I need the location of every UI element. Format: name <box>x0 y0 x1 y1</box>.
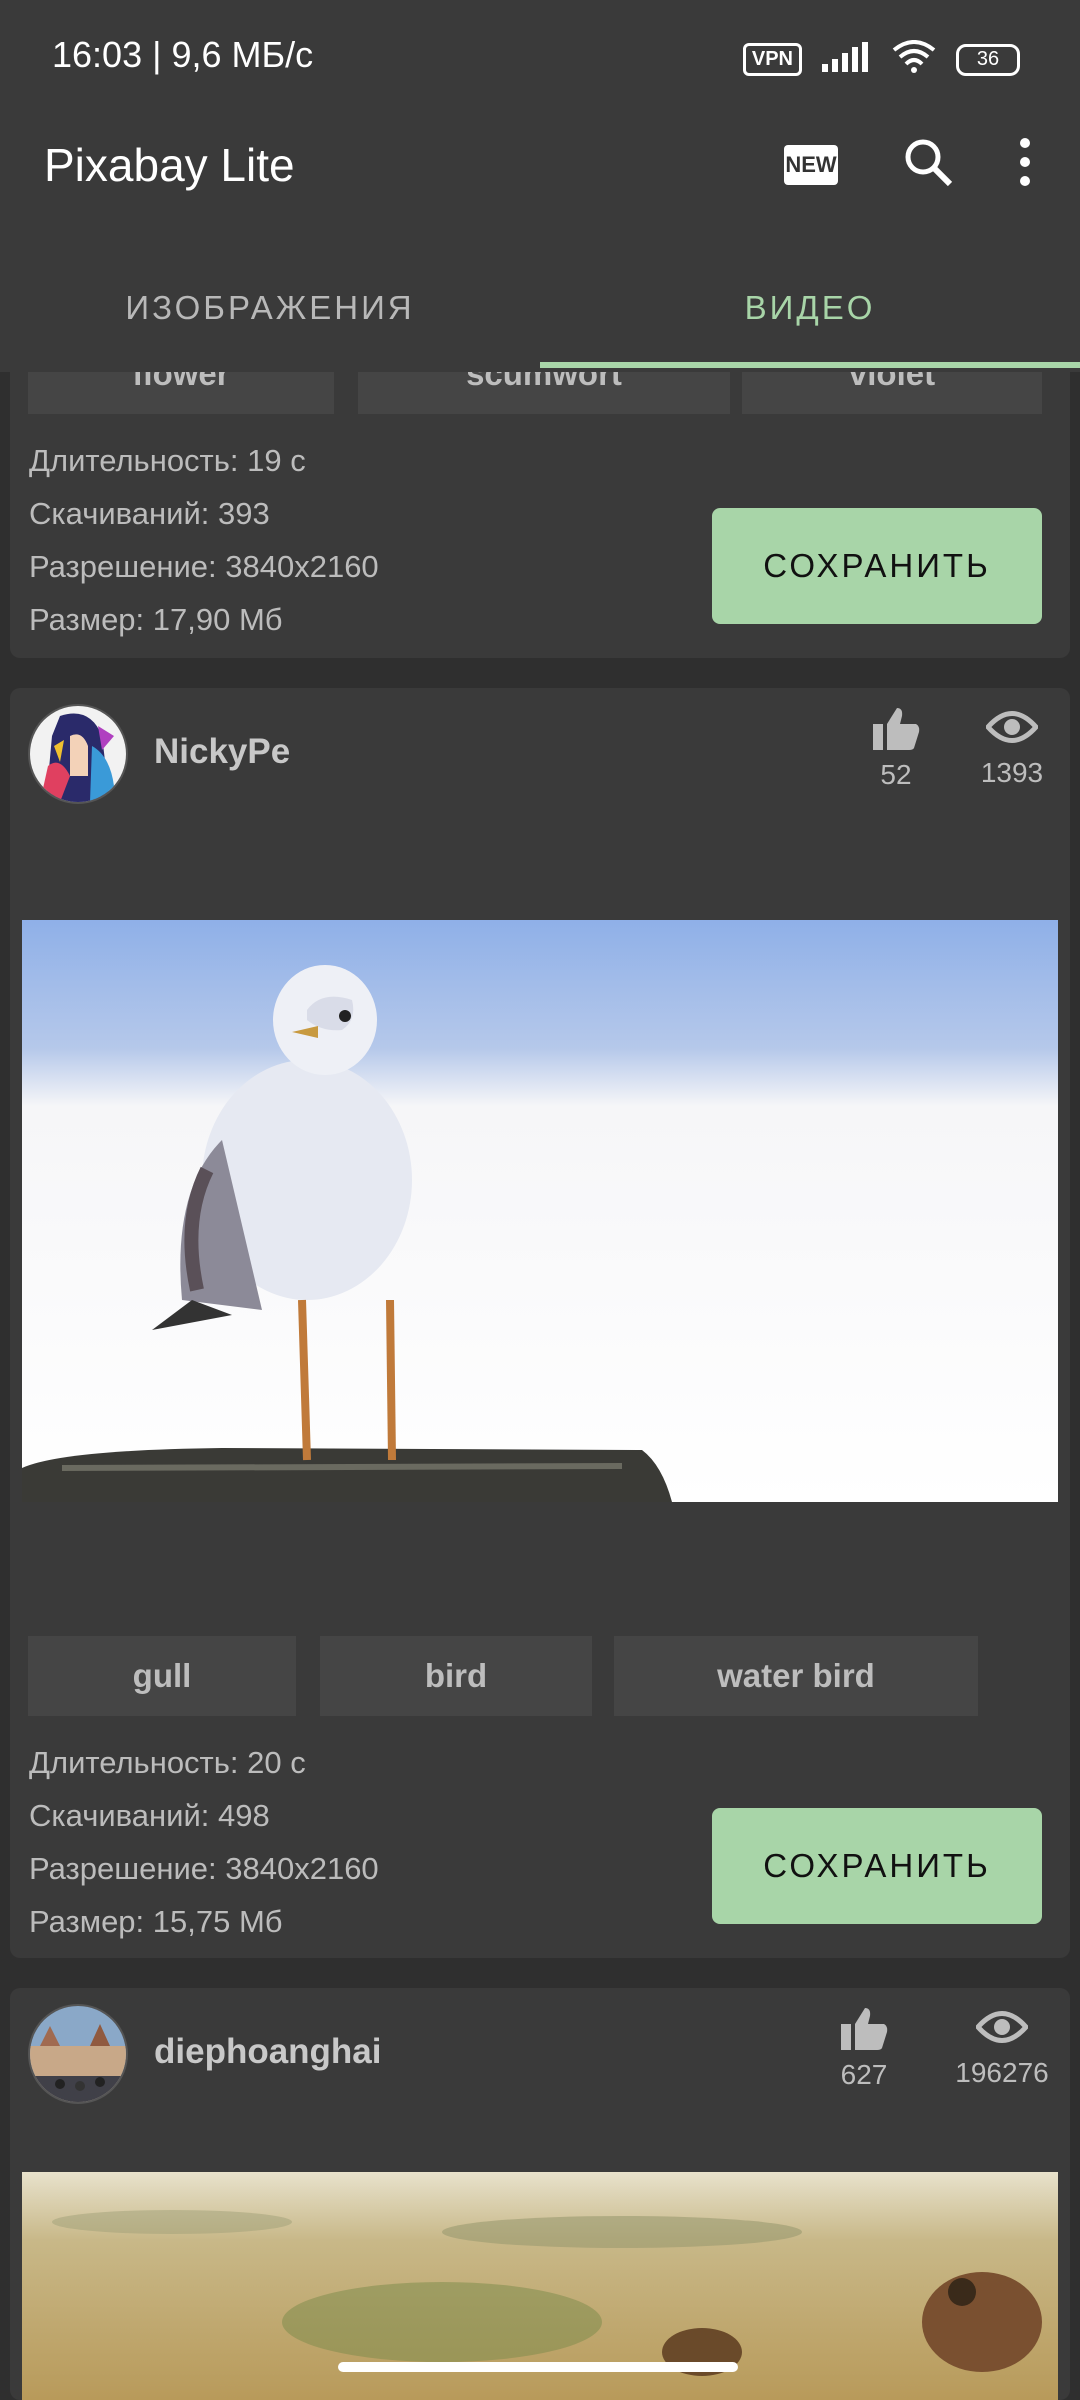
downloads-text: Скачиваний: 393 <box>29 496 270 531</box>
duration-text: Длительность: 20 с <box>29 1745 306 1780</box>
downloads-text: Скачиваний: 498 <box>29 1798 270 1833</box>
tab-bar: ИЗОБРАЖЕНИЯ ВИДЕО <box>0 280 1080 370</box>
tag-chip[interactable]: gull <box>28 1636 296 1716</box>
status-time: 16:03 | 9,6 МБ/с <box>52 34 314 75</box>
vpn-icon: VPN <box>742 43 802 76</box>
username[interactable]: NickyPe <box>154 732 290 772</box>
save-button[interactable]: СОХРАНИТЬ <box>712 508 1042 624</box>
video-card: flower scumwort violet Длительность: 19 … <box>10 330 1070 658</box>
thumb-up-icon <box>873 708 920 750</box>
battery-icon: 36 <box>956 43 1020 76</box>
size-text: Размер: 17,90 Мб <box>29 602 283 637</box>
status-icons: VPN 36 <box>742 40 1020 79</box>
more-options-icon[interactable] <box>1018 136 1032 193</box>
tab-indicator <box>540 362 1080 368</box>
resolution-text: Разрешение: 3840x2160 <box>29 549 379 584</box>
thumb-up-icon <box>841 2008 888 2050</box>
likes-count: 52 <box>880 759 912 790</box>
tab-video[interactable]: ВИДЕО <box>540 280 1080 370</box>
wifi-icon <box>892 40 936 79</box>
app-bar: 16:03 | 9,6 МБ/с VPN 36 Pixabay Lite NEW… <box>0 0 1080 372</box>
signal-icon <box>822 42 872 77</box>
video-card: diephoanghai 627 196276 <box>10 1988 1070 2400</box>
tab-images[interactable]: ИЗОБРАЖЕНИЯ <box>0 280 540 370</box>
avatar[interactable] <box>28 704 128 804</box>
tag-chip[interactable]: bird <box>320 1636 592 1716</box>
eye-icon <box>984 711 1040 743</box>
video-thumbnail[interactable] <box>22 920 1058 1502</box>
views-count: 196276 <box>955 2057 1049 2088</box>
views-stat: 196276 <box>940 2010 1064 2089</box>
eye-icon <box>974 2011 1030 2043</box>
duration-text: Длительность: 19 с <box>29 443 306 478</box>
tag-chip[interactable]: water bird <box>614 1636 978 1716</box>
likes-stat[interactable]: 52 <box>856 706 936 791</box>
new-icon[interactable]: NEW <box>784 144 838 185</box>
resolution-text: Разрешение: 3840x2160 <box>29 1851 379 1886</box>
video-card: NickyPe 52 1393 gull bird water bird Дли… <box>10 688 1070 1958</box>
save-button[interactable]: СОХРАНИТЬ <box>712 1808 1042 1924</box>
gesture-bar[interactable] <box>338 2362 738 2372</box>
likes-count: 627 <box>840 2059 888 2090</box>
search-icon[interactable] <box>902 136 954 193</box>
views-count: 1393 <box>980 757 1044 788</box>
views-stat: 1393 <box>962 710 1062 789</box>
toolbar-actions: NEW <box>784 136 1032 193</box>
username[interactable]: diephoanghai <box>154 2032 382 2072</box>
size-text: Размер: 15,75 Мб <box>29 1904 283 1939</box>
app-title: Pixabay Lite <box>44 139 295 191</box>
avatar[interactable] <box>28 2004 128 2104</box>
likes-stat[interactable]: 627 <box>824 2006 904 2091</box>
